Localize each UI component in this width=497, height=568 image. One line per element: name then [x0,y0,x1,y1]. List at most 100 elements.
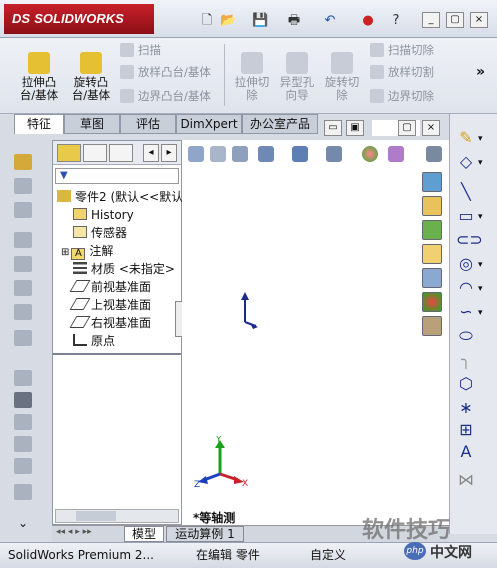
lofted-cut-button[interactable]: 放样切割 [368,62,434,82]
tree-item-history[interactable]: History [73,206,134,224]
tree-item-right-plane[interactable]: 右视基准面 [69,314,151,332]
view-settings-icon[interactable] [426,146,442,162]
configuration-manager-tab-icon[interactable] [109,144,133,162]
spline-icon[interactable]: ∽ [456,302,476,322]
polygon-icon[interactable]: ⬡ [456,374,476,394]
tool-icon[interactable] [14,232,32,248]
boundary-cut-button[interactable]: 边界切除 [368,86,434,106]
slot-icon[interactable]: ⊂⊃ [456,230,483,250]
restore-icon[interactable]: ▭ [324,120,342,136]
doc-close-icon[interactable]: × [422,120,440,136]
tree-root-part[interactable]: 零件2 (默认<<默认 [57,188,183,206]
zoom-fit-icon[interactable] [188,146,204,162]
chevron-down-icon[interactable]: ▾ [478,158,483,168]
tree-item-top-plane[interactable]: 上视基准面 [69,296,151,314]
doc-maximize-icon[interactable]: ▢ [398,120,416,136]
solidworks-resources-icon[interactable] [422,172,442,192]
home-icon[interactable] [422,196,442,216]
file-explorer-icon[interactable] [422,244,442,264]
revolved-boss-button[interactable]: 旋转凸 台/基体 [66,52,116,102]
tool-icon[interactable] [14,392,32,408]
splitter[interactable] [53,353,181,355]
chevron-right-icon[interactable]: ▸ [161,144,177,162]
status-custom[interactable]: 自定义 [310,545,346,565]
tab-evaluate[interactable]: 评估 [120,114,176,134]
rebuild-icon[interactable]: ● [360,12,376,30]
appearance-icon[interactable] [362,146,378,162]
chevron-down-icon[interactable]: ▾ [478,284,483,294]
boundary-boss-button[interactable]: 边界凸台/基体 [118,86,211,106]
previous-view-icon[interactable] [232,146,248,162]
tool-icon[interactable] [14,484,32,500]
centerline-icon[interactable]: ⊞ [456,420,476,440]
save-icon[interactable]: 💾 [252,12,268,30]
hole-wizard-button[interactable]: 异型孔 向导 [275,52,319,102]
custom-properties-icon[interactable] [422,316,442,336]
tab-nav-arrows[interactable]: ◂◂ ◂ ▸ ▸▸ [56,527,92,537]
help-icon[interactable]: ? [388,12,404,30]
chevron-down-icon[interactable]: ▾ [478,134,483,144]
circle-icon[interactable]: ◎ [456,254,476,274]
tab-dimxpert[interactable]: DimXpert [176,114,242,134]
tab-office-products[interactable]: 办公室产品 [242,114,318,134]
solidworks-logo[interactable]: DS SOLIDWORKS [4,4,154,34]
appearances-icon[interactable] [422,292,442,312]
horizontal-scrollbar[interactable] [55,509,179,523]
open-folder-icon[interactable]: 📂 [220,12,236,30]
tool-icon[interactable] [14,370,32,386]
tool-icon[interactable] [14,256,32,272]
view-palette-icon[interactable] [422,268,442,288]
tab-sketch[interactable]: 草图 [64,114,120,134]
expand-icon[interactable]: ⊞ [61,247,69,258]
tree-filter[interactable]: ▼ [55,168,179,184]
tool-icon[interactable] [14,330,32,346]
display-style-icon[interactable] [326,146,342,162]
tree-item-origin[interactable]: 原点 [73,332,115,350]
scene-icon[interactable] [388,146,404,162]
loft-boss-button[interactable]: 放样凸台/基体 [118,62,211,82]
ribbon-more-button[interactable]: » [476,64,485,80]
text-icon[interactable]: A [456,442,476,462]
line-icon[interactable]: ╲ [456,182,476,202]
feature-tool-icon[interactable] [14,154,32,170]
tool-icon[interactable] [14,458,32,474]
undo-icon[interactable]: ↶ [322,12,338,30]
tile-icon[interactable]: ▣ [346,120,364,136]
zoom-area-icon[interactable] [210,146,226,162]
tree-item-front-plane[interactable]: 前视基准面 [69,278,151,296]
tool-icon[interactable] [14,178,32,194]
chevron-down-icon[interactable]: ▾ [478,260,483,270]
tree-item-annotations[interactable]: ⊞ A 注解 [61,242,113,260]
tool-icon[interactable] [14,280,32,296]
chevron-down-icon[interactable]: ▾ [478,308,483,318]
fillet-icon[interactable]: ╮ [456,350,476,370]
tool-icon[interactable] [14,436,32,452]
rectangle-icon[interactable]: ▭ [456,206,476,226]
ellipse-icon[interactable]: ⬭ [456,326,476,346]
section-view-icon[interactable] [258,146,274,162]
print-icon[interactable]: 🖶 [286,12,302,30]
scroll-thumb[interactable] [76,511,116,521]
trim-icon[interactable]: ⋈ [456,470,476,490]
design-library-icon[interactable] [422,220,442,240]
smart-dimension-icon[interactable]: ◇ [456,152,476,172]
tab-motion-study[interactable]: 运动算例 1 [166,526,244,542]
sweep-button[interactable]: 扫描 [118,40,161,60]
swept-cut-button[interactable]: 扫描切除 [368,40,434,60]
feature-manager-tab-icon[interactable] [57,144,81,162]
tool-icon[interactable] [14,304,32,320]
extruded-cut-button[interactable]: 拉伸切除 [230,52,274,102]
tab-model[interactable]: 模型 [124,526,164,542]
view-orientation-icon[interactable] [292,146,308,162]
tool-icon[interactable] [14,202,32,218]
point-icon[interactable]: ∗ [456,398,476,418]
revolved-cut-button[interactable]: 旋转切除 [320,52,364,102]
new-file-icon[interactable]: 🗋 [200,12,214,30]
tree-item-material[interactable]: 材质 <未指定> [73,260,175,278]
tool-icon[interactable] [14,414,32,430]
extruded-boss-button[interactable]: 拉伸凸 台/基体 [14,52,64,102]
property-manager-tab-icon[interactable] [83,144,107,162]
tree-item-sensors[interactable]: 传感器 [73,224,127,242]
tab-features[interactable]: 特征 [14,114,64,134]
chevron-left-icon[interactable]: ◂ [143,144,159,162]
